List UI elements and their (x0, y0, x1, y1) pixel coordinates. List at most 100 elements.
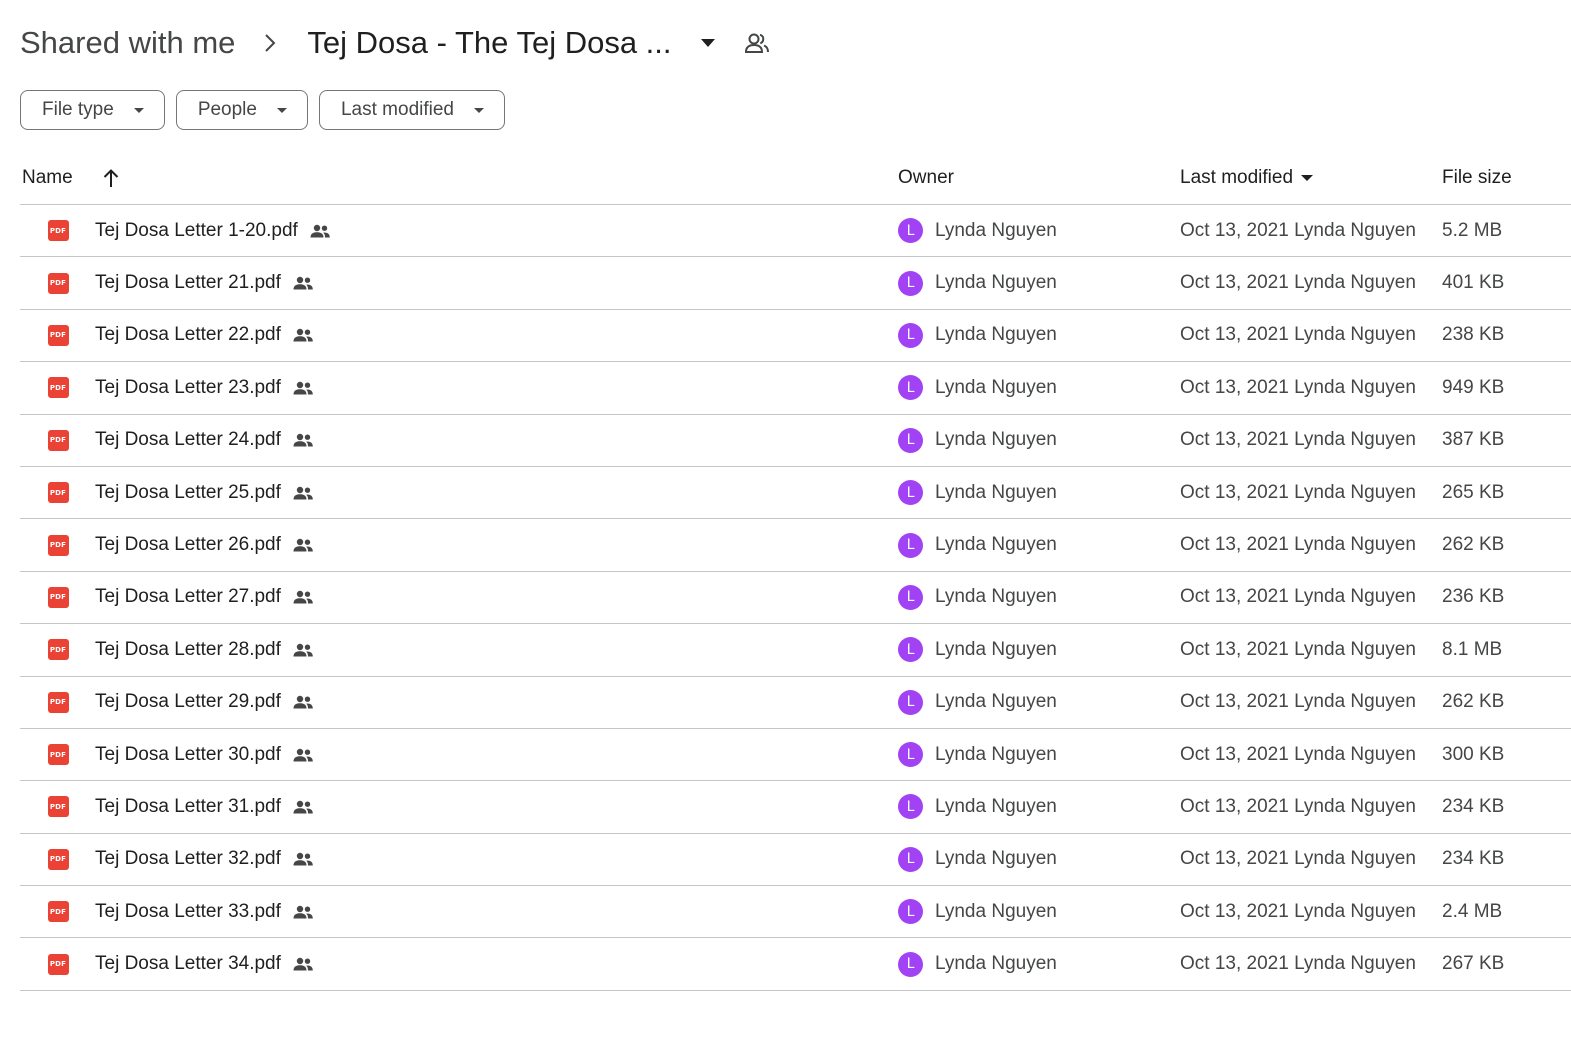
owner-avatar: L (898, 375, 923, 401)
table-row[interactable]: PDF Tej Dosa Letter 31.pdf L Lynda Nguye… (20, 781, 1571, 834)
owner-name: Lynda Nguyen (935, 429, 1057, 451)
owner-name: Lynda Nguyen (935, 848, 1057, 870)
pdf-file-icon: PDF (47, 324, 69, 346)
breadcrumb-shared-with-me[interactable]: Shared with me (20, 25, 235, 61)
owner-cell: L Lynda Nguyen (898, 467, 1057, 518)
caret-down-icon (276, 107, 287, 113)
table-row[interactable]: PDF Tej Dosa Letter 23.pdf L Lynda Nguye… (20, 362, 1571, 415)
file-name-cell: Tej Dosa Letter 32.pdf (95, 834, 314, 885)
pdf-file-icon: PDF (47, 586, 69, 608)
file-name: Tej Dosa Letter 34.pdf (95, 953, 281, 975)
file-name: Tej Dosa Letter 26.pdf (95, 534, 281, 556)
owner-avatar: L (898, 480, 923, 506)
last-modified-cell: Oct 13, 2021 Lynda Nguyen (1180, 795, 1416, 817)
file-size-cell: 2.4 MB (1442, 900, 1503, 922)
owner-cell: L Lynda Nguyen (898, 834, 1057, 885)
last-modified-cell: Oct 13, 2021 Lynda Nguyen (1180, 900, 1416, 922)
table-row[interactable]: PDF Tej Dosa Letter 29.pdf L Lynda Nguye… (20, 677, 1571, 729)
file-type-cell: PDF (47, 467, 69, 518)
file-name: Tej Dosa Letter 28.pdf (95, 638, 281, 660)
owner-name: Lynda Nguyen (935, 638, 1057, 660)
file-size-cell: 238 KB (1442, 324, 1505, 346)
owner-cell: L Lynda Nguyen (898, 362, 1057, 413)
column-header-last-modified-label: Last modified (1180, 167, 1294, 188)
column-header-last-modified[interactable]: Last modified (1180, 152, 1314, 204)
filter-file-type-chip[interactable]: File type (20, 90, 165, 130)
file-type-cell: PDF (47, 572, 69, 623)
sort-ascending-arrow-icon[interactable] (100, 166, 122, 190)
table-row[interactable]: PDF Tej Dosa Letter 33.pdf L Lynda Nguye… (20, 886, 1571, 939)
drive-page: Shared with me Tej Dosa - The Tej Dosa .… (0, 0, 1571, 1045)
file-name-cell: Tej Dosa Letter 31.pdf (95, 781, 314, 832)
file-type-cell: PDF (47, 415, 69, 466)
filter-last-modified-chip[interactable]: Last modified (318, 90, 505, 130)
table-row[interactable]: PDF Tej Dosa Letter 1-20.pdf L Lynda Ngu… (20, 205, 1571, 258)
file-name: Tej Dosa Letter 32.pdf (95, 848, 281, 870)
table-row[interactable]: PDF Tej Dosa Letter 30.pdf L Lynda Nguye… (20, 729, 1571, 782)
owner-name: Lynda Nguyen (935, 534, 1057, 556)
owner-name: Lynda Nguyen (935, 795, 1057, 817)
shared-folder-icon[interactable] (744, 30, 770, 56)
file-size-cell: 949 KB (1442, 376, 1505, 398)
owner-cell: L Lynda Nguyen (898, 624, 1057, 675)
table-row[interactable]: PDF Tej Dosa Letter 21.pdf L Lynda Nguye… (20, 257, 1571, 310)
shared-people-icon (292, 851, 314, 867)
table-row[interactable]: PDF Tej Dosa Letter 25.pdf L Lynda Nguye… (20, 467, 1571, 520)
owner-cell: L Lynda Nguyen (898, 572, 1057, 623)
last-modified-cell: Oct 13, 2021 Lynda Nguyen (1180, 586, 1416, 608)
file-name-cell: Tej Dosa Letter 1-20.pdf (95, 205, 331, 256)
chip-label: People (197, 99, 257, 120)
table-row[interactable]: PDF Tej Dosa Letter 22.pdf L Lynda Nguye… (20, 310, 1571, 363)
file-type-cell: PDF (47, 729, 69, 780)
table-body: PDF Tej Dosa Letter 1-20.pdf L Lynda Ngu… (20, 205, 1571, 991)
column-header-owner[interactable]: Owner (898, 152, 954, 204)
table-row[interactable]: PDF Tej Dosa Letter 24.pdf L Lynda Nguye… (20, 415, 1571, 467)
file-type-cell: PDF (47, 834, 69, 885)
owner-avatar: L (898, 742, 923, 768)
file-name: Tej Dosa Letter 24.pdf (95, 429, 281, 451)
file-type-cell: PDF (47, 938, 69, 989)
last-modified-cell: Oct 13, 2021 Lynda Nguyen (1180, 481, 1416, 503)
owner-cell: L Lynda Nguyen (898, 310, 1057, 361)
last-modified-cell: Oct 13, 2021 Lynda Nguyen (1180, 219, 1416, 241)
table-row[interactable]: PDF Tej Dosa Letter 27.pdf L Lynda Nguye… (20, 572, 1571, 625)
table-row[interactable]: PDF Tej Dosa Letter 26.pdf L Lynda Nguye… (20, 519, 1571, 572)
owner-name: Lynda Nguyen (935, 691, 1057, 713)
owner-name: Lynda Nguyen (935, 586, 1057, 608)
file-size-cell: 262 KB (1442, 691, 1505, 713)
table-row[interactable]: PDF Tej Dosa Letter 28.pdf L Lynda Nguye… (20, 624, 1571, 677)
file-size-cell: 387 KB (1442, 429, 1505, 451)
caret-down-icon (1301, 175, 1314, 181)
shared-people-icon (292, 956, 314, 972)
file-name: Tej Dosa Letter 33.pdf (95, 900, 281, 922)
file-name: Tej Dosa Letter 27.pdf (95, 586, 281, 608)
pdf-file-icon: PDF (47, 744, 69, 766)
table-row[interactable]: PDF Tej Dosa Letter 34.pdf L Lynda Nguye… (20, 938, 1571, 991)
column-header-file-size[interactable]: File size (1442, 152, 1512, 204)
owner-avatar: L (898, 951, 923, 977)
file-name-cell: Tej Dosa Letter 25.pdf (95, 467, 314, 518)
last-modified-cell: Oct 13, 2021 Lynda Nguyen (1180, 743, 1416, 765)
owner-name: Lynda Nguyen (935, 481, 1057, 503)
last-modified-cell: Oct 13, 2021 Lynda Nguyen (1180, 376, 1416, 398)
owner-cell: L Lynda Nguyen (898, 257, 1057, 308)
owner-name: Lynda Nguyen (935, 324, 1057, 346)
last-modified-cell: Oct 13, 2021 Lynda Nguyen (1180, 691, 1416, 713)
owner-cell: L Lynda Nguyen (898, 938, 1057, 989)
owner-cell: L Lynda Nguyen (898, 886, 1057, 937)
folder-menu-dropdown-icon[interactable] (698, 33, 718, 53)
owner-avatar: L (898, 794, 923, 820)
filter-people-chip[interactable]: People (175, 90, 308, 130)
shared-people-icon (292, 747, 314, 763)
breadcrumb-current-folder[interactable]: Tej Dosa - The Tej Dosa ... (307, 25, 671, 61)
table-row[interactable]: PDF Tej Dosa Letter 32.pdf L Lynda Nguye… (20, 834, 1571, 887)
owner-avatar: L (898, 322, 923, 348)
file-name: Tej Dosa Letter 31.pdf (95, 795, 281, 817)
owner-cell: L Lynda Nguyen (898, 729, 1057, 780)
owner-cell: L Lynda Nguyen (898, 519, 1057, 570)
file-type-cell: PDF (47, 781, 69, 832)
column-header-name[interactable]: Name (22, 152, 73, 204)
chip-label: File type (42, 99, 114, 120)
last-modified-cell: Oct 13, 2021 Lynda Nguyen (1180, 534, 1416, 556)
file-size-cell: 236 KB (1442, 586, 1505, 608)
